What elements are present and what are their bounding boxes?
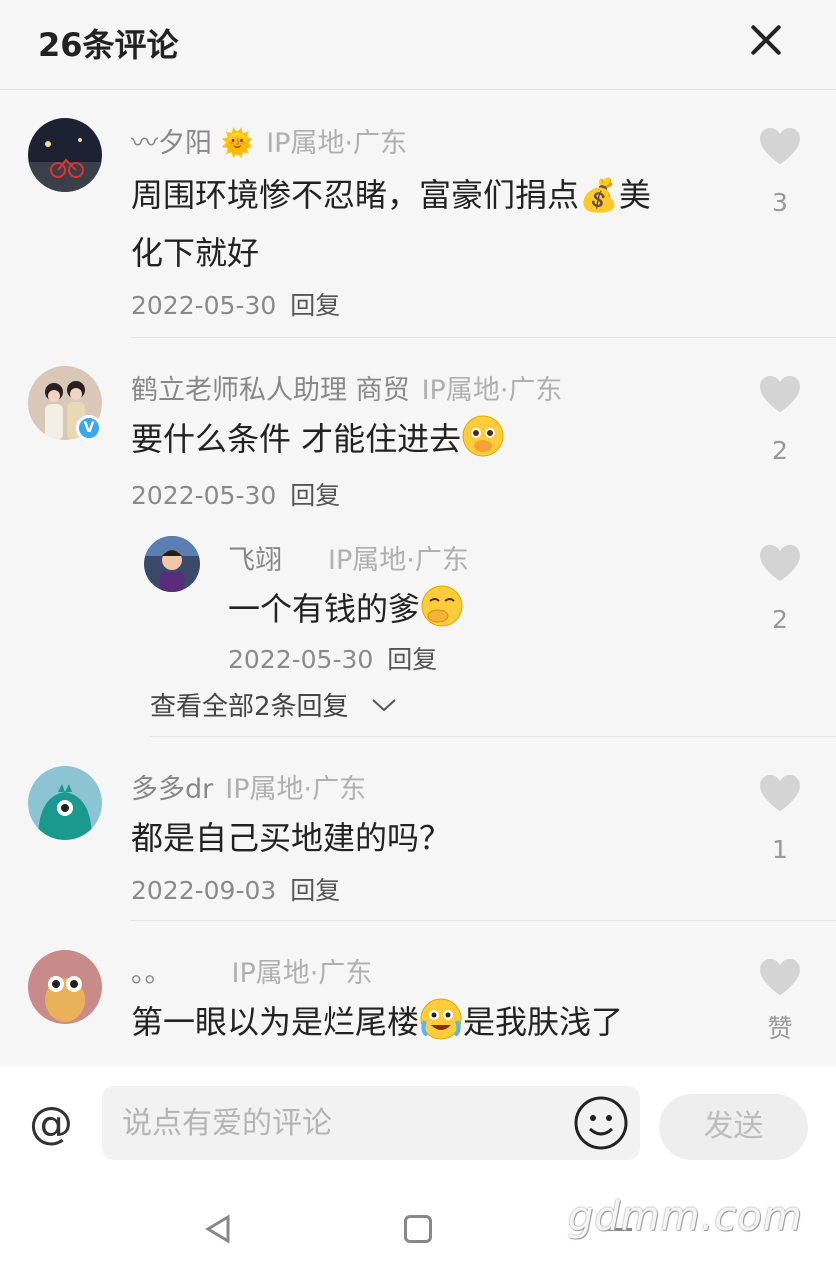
comment-header: 鹤立老师私人助理 商贸 IP属地·广东 xyxy=(131,368,562,407)
comment-meta: 2022-05-30 回复 xyxy=(131,286,340,322)
reply-button[interactable]: 回复 xyxy=(387,645,437,674)
comment-header: 〰夕阳 🌞 IP属地·广东 xyxy=(131,121,407,160)
avatar[interactable] xyxy=(28,118,102,192)
comments-header: 26条评论 xyxy=(0,0,836,90)
reply-header: 飞翊 IP属地·广东 xyxy=(228,538,469,577)
watermark: gdmm.com xyxy=(568,1194,803,1240)
reply-text-content: 一个有钱的爹 xyxy=(228,590,421,628)
comment-header: 多多dr IP属地·广东 xyxy=(131,767,366,806)
view-all-replies-label: 查看全部2条回复 xyxy=(150,692,349,722)
comment-text-line: 化下就好 xyxy=(131,234,260,272)
divider xyxy=(150,736,836,737)
view-all-replies-button[interactable]: 查看全部2条回复 xyxy=(150,686,397,723)
pleading-face-icon xyxy=(462,415,504,457)
reply-meta: 2022-05-30 回复 xyxy=(228,640,437,676)
like-count: 2 xyxy=(772,436,788,465)
system-nav-bar: gdmm.com xyxy=(0,1180,836,1280)
avatar[interactable] xyxy=(28,950,102,1024)
comment-text-part: 是我肤浅了 xyxy=(463,1003,624,1041)
back-triangle-icon[interactable] xyxy=(204,1214,234,1244)
username[interactable]: 。。 xyxy=(131,958,172,989)
ip-location: IP属地·广东 xyxy=(328,545,469,576)
comment-date: 2022-05-30 xyxy=(131,291,277,320)
like-label: 赞 xyxy=(767,1014,793,1043)
username[interactable]: 鹤立老师私人助理 商贸 xyxy=(131,375,410,406)
comment-input[interactable] xyxy=(102,1086,562,1160)
like-count: 1 xyxy=(772,835,788,864)
username[interactable]: 飞翊 xyxy=(228,545,282,576)
heart-icon[interactable] xyxy=(758,543,802,583)
like-count: 2 xyxy=(772,605,788,634)
home-square-icon[interactable] xyxy=(404,1215,432,1243)
heart-icon[interactable] xyxy=(758,374,802,414)
reply-button[interactable]: 回复 xyxy=(290,481,340,510)
comment-text[interactable]: 周围环境惨不忍睹，富豪们捐点💰美 化下就好 xyxy=(131,166,721,282)
divider xyxy=(131,920,836,921)
username[interactable]: 〰夕阳 🌞 xyxy=(131,128,254,159)
reply-avatar[interactable] xyxy=(144,536,200,592)
ip-location: IP属地·广东 xyxy=(231,958,373,989)
username[interactable]: 多多dr xyxy=(131,774,213,805)
comment-date: 2022-09-03 xyxy=(131,876,277,905)
comment-text[interactable]: 都是自己买地建的吗？ xyxy=(131,809,721,867)
comment-meta: 2022-09-03 回复 xyxy=(131,871,340,907)
verified-badge-icon: V xyxy=(76,415,102,441)
ip-location: IP属地·广东 xyxy=(225,774,367,805)
ip-location: IP属地·广东 xyxy=(266,128,408,159)
reply-button[interactable]: 回复 xyxy=(290,876,340,905)
comment-text-content: 要什么条件 才能住进去 xyxy=(131,420,462,458)
comment-text-part: 第一眼以为是烂尾楼 xyxy=(131,1003,420,1041)
heart-icon[interactable] xyxy=(758,126,802,166)
comment-text-line: 周围环境惨不忍睹，富豪们捐点💰美 xyxy=(131,176,651,214)
avatar[interactable] xyxy=(28,766,102,840)
comment-list[interactable]: 〰夕阳 🌞 IP属地·广东 周围环境惨不忍睹，富豪们捐点💰美 化下就好 2022-… xyxy=(0,90,836,1066)
heart-icon[interactable] xyxy=(758,773,802,813)
like-count: 3 xyxy=(772,188,788,217)
divider xyxy=(131,337,836,338)
crying-laughing-face-icon xyxy=(420,998,462,1040)
comment-input-container xyxy=(102,1086,640,1160)
comment-text[interactable]: 第一眼以为是烂尾楼 是我肤浅了 xyxy=(131,993,721,1051)
emoji-picker-icon[interactable] xyxy=(572,1094,630,1152)
reply-date: 2022-05-30 xyxy=(228,645,374,674)
close-button[interactable] xyxy=(744,18,788,62)
comment-text[interactable]: 要什么条件 才能住进去 xyxy=(131,410,721,468)
comment-meta: 2022-05-30 回复 xyxy=(131,476,340,512)
ip-location: IP属地·广东 xyxy=(421,375,563,406)
comment-count-title: 26条评论 xyxy=(38,26,179,64)
heart-icon[interactable] xyxy=(758,957,802,997)
mention-button[interactable]: @ xyxy=(26,1099,76,1149)
reply-text[interactable]: 一个有钱的爹 xyxy=(228,580,818,638)
comment-input-bar: @ 发送 gdmm.com xyxy=(0,1066,836,1280)
comment-date: 2022-05-30 xyxy=(131,481,277,510)
comment-header: 。。 IP属地·广东 xyxy=(131,951,372,990)
chevron-down-icon xyxy=(372,699,396,712)
send-button[interactable]: 发送 xyxy=(659,1094,808,1160)
reply-button[interactable]: 回复 xyxy=(290,291,340,320)
hand-over-mouth-face-icon xyxy=(421,585,463,627)
